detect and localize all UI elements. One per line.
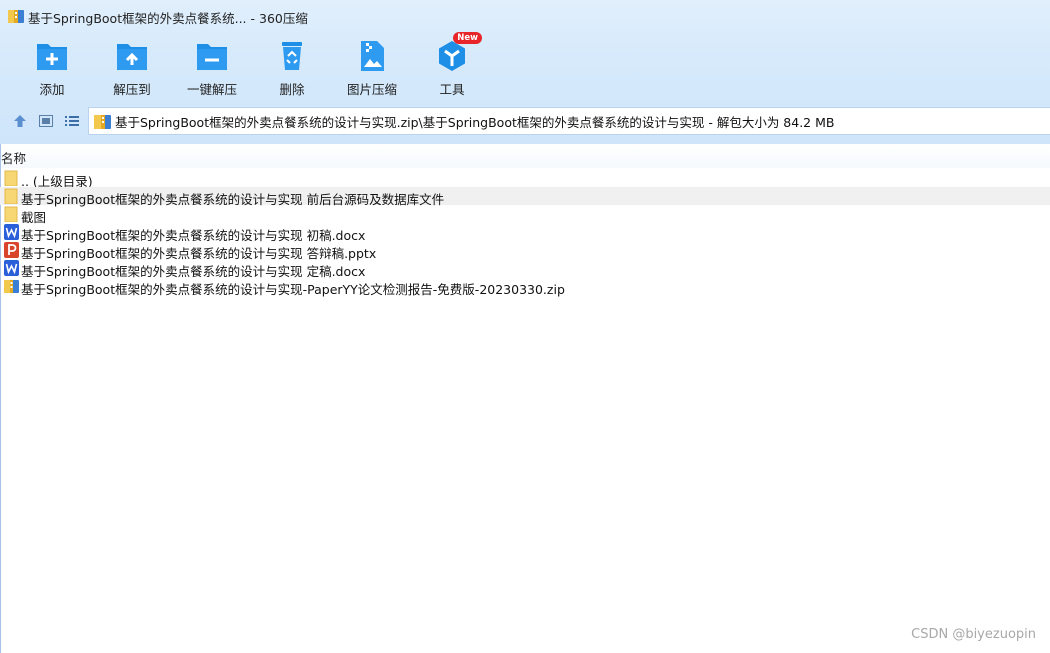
thumbnail-view-button[interactable] [37,113,55,129]
zip-archive-icon [8,10,24,23]
tools-button[interactable]: New 工具 [412,32,492,98]
csdn-watermark: CSDN @biyezuopin [911,627,1036,642]
title-bar: 基于SpringBoot框架的外卖点餐系统... - 360压缩 [0,0,1050,32]
add-folder-icon [37,44,67,70]
extract-to-button[interactable]: 解压到 [92,36,172,98]
column-header: 名称 [0,144,1050,168]
name-column-header[interactable]: 名称 [1,148,26,167]
up-level-button[interactable] [11,113,29,129]
list-item-draft-docx[interactable]: 基于SpringBoot框架的外卖点餐系统的设计与实现 初稿.docx [0,223,1050,243]
list-item-final-docx[interactable]: 基于SpringBoot框架的外卖点餐系统的设计与实现 定稿.docx [0,259,1050,279]
address-path: 基于SpringBoot框架的外卖点餐系统的设计与实现.zip\基于Spring… [115,114,835,130]
folder-icon [4,170,18,186]
address-bar[interactable]: 基于SpringBoot框架的外卖点餐系统的设计与实现.zip\基于Spring… [88,107,1050,135]
word-doc-icon [4,260,19,276]
one-click-extract-label: 一键解压 [186,82,237,97]
tools-icon-wrap: New [434,32,482,74]
zip-archive-icon [94,114,111,129]
list-item-source-folder[interactable]: 基于SpringBoot框架的外卖点餐系统的设计与实现 前后台源码及数据库文件 [0,187,1050,207]
extract-to-label: 解压到 [113,82,151,97]
tools-label: 工具 [439,82,465,97]
word-doc-icon [4,224,19,240]
file-list: .. (上级目录) 基于SpringBoot框架的外卖点餐系统的设计与实现 前后… [0,169,1050,297]
image-compress-button[interactable]: 图片压缩 [332,36,412,98]
add-button[interactable]: 添加 [12,36,92,98]
list-item-screenshots-folder[interactable]: 截图 [0,205,1050,225]
app-window: 基于SpringBoot框架的外卖点餐系统... - 360压缩 添加 解压到 [0,0,1050,653]
one-click-extract-button[interactable]: 一键解压 [172,36,252,98]
thumbnail-view-icon [39,115,53,127]
new-badge: New [453,32,482,44]
extract-to-icon [117,44,147,70]
one-click-extract-icon [197,44,227,70]
image-compress-label: 图片压缩 [346,82,397,97]
up-arrow-icon [14,115,26,127]
list-item-defense-pptx[interactable]: 基于SpringBoot框架的外卖点餐系统的设计与实现 答辩稿.pptx [0,241,1050,261]
zip-archive-icon [4,280,19,293]
powerpoint-icon [4,242,19,258]
delete-label: 删除 [279,82,305,97]
folder-icon [4,188,18,204]
image-compress-icon [361,41,384,71]
main-toolbar: 添加 解压到 一键解压 删除 图片压缩 New 工具 [0,32,560,100]
list-view-icon [65,116,79,126]
delete-bin-icon [282,42,302,70]
list-item-report-zip[interactable]: 基于SpringBoot框架的外卖点餐系统的设计与实现-PaperYY论文检测报… [0,277,1050,297]
add-label: 添加 [39,82,65,97]
list-view-button[interactable] [63,113,81,129]
delete-button[interactable]: 删除 [252,36,332,98]
window-title: 基于SpringBoot框架的外卖点餐系统... - 360压缩 [28,11,308,26]
folder-icon [4,206,18,222]
list-item-parent-dir[interactable]: .. (上级目录) [0,169,1050,189]
file-name: 基于SpringBoot框架的外卖点餐系统的设计与实现-PaperYY论文检测报… [21,282,565,297]
